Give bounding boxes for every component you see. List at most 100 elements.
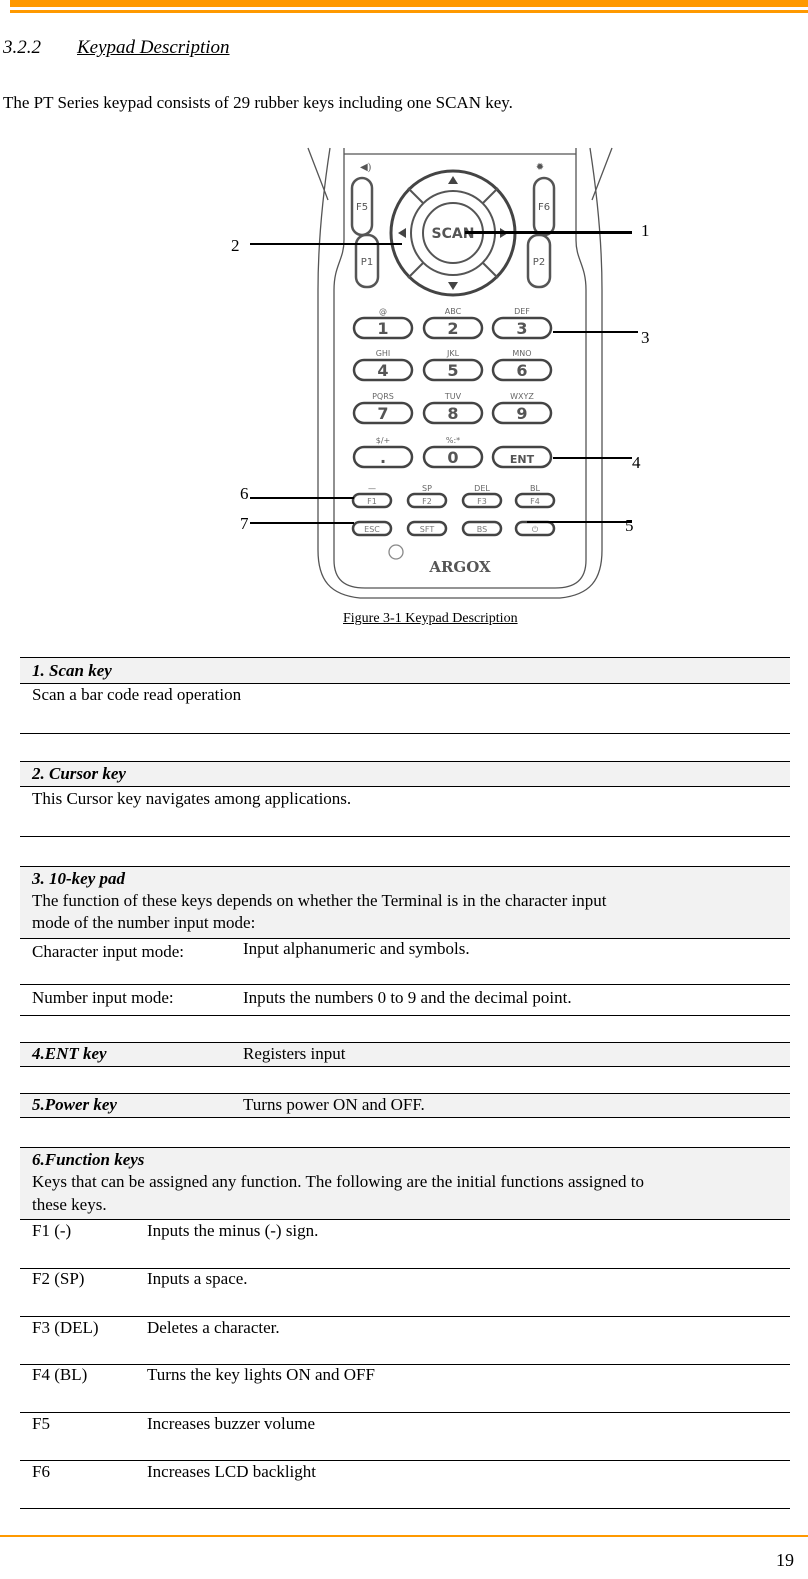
footer-rule — [0, 1535, 808, 1537]
divider — [20, 1219, 790, 1221]
keypad-desc-line1: The function of these keys depends on wh… — [32, 891, 607, 910]
key-label: 0 — [447, 448, 458, 467]
callout-5: 5 — [625, 516, 634, 535]
callout-7: 7 — [240, 514, 249, 533]
key-sublabel: SP — [422, 484, 432, 493]
key-label: 2 — [447, 319, 458, 338]
key-label: 4 — [377, 361, 388, 380]
callout-line-6 — [250, 497, 354, 499]
ent-key-title: 4.ENT key — [32, 1044, 107, 1063]
keypad-desc-line2: mode of the number input mode: — [32, 913, 256, 932]
scan-key-title: 1. Scan key — [32, 661, 112, 680]
key-label: F3 — [477, 497, 487, 506]
divider — [20, 1412, 790, 1414]
divider — [20, 1147, 790, 1149]
key-label: 5 — [447, 361, 458, 380]
key-sublabel: PQRS — [372, 392, 394, 401]
keypad-title: 3. 10-key pad — [32, 869, 126, 888]
key-label: 7 — [377, 404, 388, 423]
divider — [20, 866, 790, 868]
p1-label: P1 — [361, 257, 373, 268]
brand-logo: ARGOX — [428, 558, 491, 576]
arrow-left-icon — [398, 228, 406, 238]
key-sublabel: %:* — [446, 436, 460, 445]
section-number: 3.2.2 — [3, 37, 41, 58]
callout-line-1 — [465, 231, 632, 234]
key-label: SFT — [420, 525, 435, 534]
key-sublabel: DEL — [474, 484, 490, 493]
speaker-icon: ◀) — [360, 162, 371, 173]
function-key-name: F3 (DEL) — [32, 1318, 99, 1337]
divider — [20, 984, 790, 986]
mode-desc: Input alphanumeric and symbols. — [243, 939, 470, 958]
function-key-name: F2 (SP) — [32, 1269, 85, 1288]
key-label: 3 — [516, 319, 527, 338]
divider — [20, 1117, 790, 1119]
function-key-desc: Deletes a character. — [147, 1318, 280, 1337]
mode-label: Number input mode: — [32, 988, 174, 1007]
key-label: 8 — [447, 404, 458, 423]
divider — [20, 1316, 790, 1318]
led-indicator — [388, 544, 404, 560]
callout-line-7 — [250, 522, 354, 524]
divider — [20, 1268, 790, 1270]
callout-line-4 — [553, 457, 632, 459]
page-number: 19 — [776, 1550, 794, 1570]
key-label: . — [380, 448, 386, 467]
divider — [20, 786, 790, 788]
key-label: F4 — [530, 497, 540, 506]
key-sublabel: ABC — [445, 307, 462, 316]
function-keys-title: 6.Function keys — [32, 1150, 145, 1169]
callout-1: 1 — [641, 221, 650, 240]
cursor-header-bg — [20, 761, 790, 786]
key-label: ⏻ — [532, 525, 539, 534]
f5-label: F5 — [356, 202, 368, 213]
figure-caption: Figure 3-1 Keypad Description — [343, 611, 518, 626]
divider — [20, 836, 790, 838]
section-title: Keypad Description — [77, 37, 230, 58]
key-sublabel: JKL — [446, 349, 460, 358]
divider — [20, 761, 790, 763]
function-key-name: F1 (-) — [32, 1221, 72, 1240]
key-label: ESC — [364, 525, 380, 534]
scan-key-desc: Scan a bar code read operation — [32, 685, 242, 704]
ent-key-desc: Registers input — [243, 1044, 346, 1063]
key-label: F1 — [367, 497, 377, 506]
backlight-icon: ✹ — [536, 162, 544, 173]
cursor-key-title: 2. Cursor key — [32, 764, 126, 783]
power-key-title: 5.Power key — [32, 1095, 117, 1114]
intro-text: The PT Series keypad consists of 29 rubb… — [3, 93, 513, 112]
scan-header-bg — [20, 657, 790, 683]
divider — [20, 1066, 790, 1068]
key-label: ENT — [510, 453, 535, 466]
function-key-name: F4 (BL) — [32, 1365, 88, 1384]
key-label: 1 — [377, 319, 388, 338]
arrow-down-icon — [448, 282, 458, 290]
mode-desc: Inputs the numbers 0 to 9 and the decima… — [243, 988, 572, 1007]
divider — [20, 733, 790, 735]
key-sublabel: WXYZ — [510, 392, 534, 401]
function-key-desc: Inputs a space. — [147, 1269, 248, 1288]
header-rule — [10, 0, 808, 7]
key-label: F2 — [422, 497, 432, 506]
header-rule-thin — [10, 10, 808, 13]
callout-line-5 — [527, 521, 632, 523]
power-key-desc: Turns power ON and OFF. — [243, 1095, 425, 1114]
function-desc-line1: Keys that can be assigned any function. … — [32, 1172, 645, 1191]
scan-key-label: SCAN — [432, 226, 475, 242]
device-outline — [317, 147, 603, 599]
key-label: 9 — [516, 404, 527, 423]
key-sublabel: $/+ — [376, 436, 391, 445]
callout-4: 4 — [632, 453, 641, 472]
key-sublabel: BL — [530, 484, 540, 493]
divider — [20, 1460, 790, 1462]
divider — [20, 1364, 790, 1366]
key-sublabel: TUV — [444, 392, 462, 401]
callout-line-3 — [553, 331, 638, 333]
key-label: BS — [477, 525, 487, 534]
f6-label: F6 — [538, 202, 550, 213]
key-sublabel: GHI — [376, 349, 391, 358]
key-sublabel: — — [368, 484, 376, 493]
callout-6: 6 — [240, 484, 249, 503]
key-sublabel: MNO — [512, 349, 531, 358]
